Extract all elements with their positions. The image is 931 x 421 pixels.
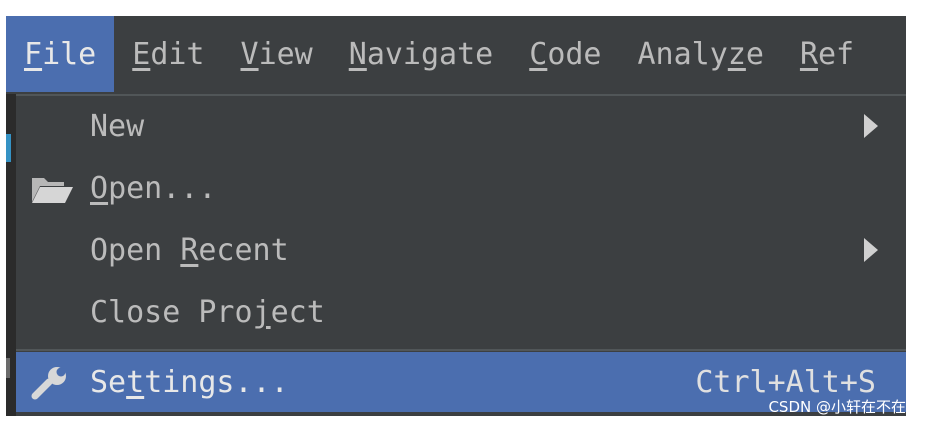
menu-analyze[interactable]: Analy z e <box>620 16 782 92</box>
menu-item-new[interactable]: New <box>16 96 906 156</box>
menu-item-label: New <box>90 108 145 144</box>
folder-open-icon <box>32 178 73 203</box>
menu-edit[interactable]: Edit <box>114 16 222 92</box>
menu-file[interactable]: File <box>6 16 115 92</box>
menu-item-label: Open Recent <box>90 232 289 268</box>
menu-item-label: Open... <box>90 170 217 206</box>
menu-refactor[interactable]: Ref <box>782 16 872 92</box>
menu-navigate[interactable]: Navigate <box>331 16 512 92</box>
shortcut-label: Ctrl+Alt+S <box>695 364 876 400</box>
menu-item-label: Settings... <box>90 364 289 400</box>
menu-item-open[interactable]: Open... <box>16 158 906 218</box>
menu-item-open-recent[interactable]: Open Recent <box>16 220 906 280</box>
wrench-icon <box>31 367 66 400</box>
menu-view[interactable]: View <box>223 16 331 92</box>
submenu-arrow-icon <box>864 114 878 138</box>
file-menu-dropdown: New Open... Open Recent Close Project Se… <box>16 94 906 416</box>
editor-gutter-strip <box>6 94 16 416</box>
submenu-arrow-icon <box>864 238 878 262</box>
menu-bar: File Edit View Navigate Code Analy z e Ref <box>6 16 906 92</box>
gutter-marker <box>6 358 10 378</box>
menu-separator <box>16 349 906 351</box>
watermark: CSDN @小轩在不在哟 <box>768 398 921 416</box>
gutter-marker <box>6 134 11 162</box>
menu-item-close-project[interactable]: Close Project <box>16 282 906 342</box>
menu-code[interactable]: Code <box>511 16 619 92</box>
ide-window: File Edit View Navigate Code Analy z e Ref… <box>6 16 906 416</box>
menu-item-label: Close Project <box>90 294 325 330</box>
